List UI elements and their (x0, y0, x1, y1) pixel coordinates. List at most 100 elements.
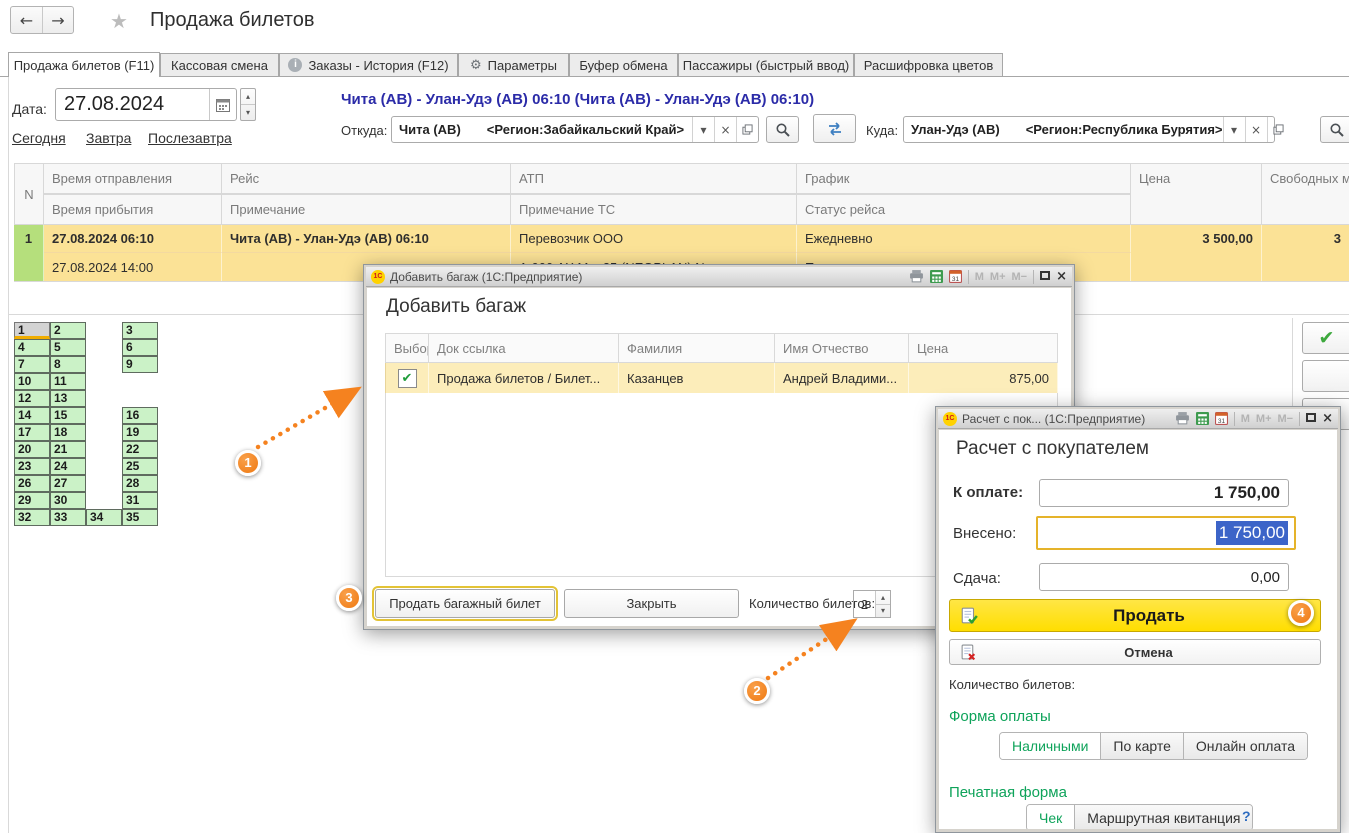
seat-1[interactable]: 1 (14, 322, 50, 339)
sell-button[interactable]: Продать (949, 599, 1321, 632)
seat-13[interactable]: 13 (50, 390, 86, 407)
tab-orders-history[interactable]: i Заказы - История (F12) (279, 53, 458, 76)
clear-icon[interactable]: × (1245, 117, 1267, 142)
baggage-row-select-cell[interactable]: ✔ (385, 363, 429, 393)
tab-parameters[interactable]: ⚙ Параметры (458, 53, 569, 76)
print-icon[interactable] (1175, 412, 1190, 425)
link-today[interactable]: Сегодня (12, 130, 66, 146)
link-tomorrow[interactable]: Завтра (86, 130, 131, 146)
trip-arrival[interactable]: 27.08.2024 14:00 (44, 253, 222, 281)
baggage-row-checkbox[interactable]: ✔ (398, 369, 417, 388)
seat-10[interactable]: 10 (14, 373, 50, 390)
seat-27[interactable]: 27 (50, 475, 86, 492)
link-after-tomorrow[interactable]: Послезавтра (148, 130, 232, 146)
seat-22[interactable]: 22 (122, 441, 158, 458)
tab-passengers-quick[interactable]: Пассажиры (быстрый ввод) (678, 53, 854, 76)
calendar-icon[interactable]: 31 (949, 270, 962, 283)
seat-31[interactable]: 31 (122, 492, 158, 509)
due-input[interactable] (1040, 480, 1288, 506)
seat-32[interactable]: 32 (14, 509, 50, 526)
confirm-seats-button[interactable]: ✔ (1302, 322, 1349, 354)
side-button-2[interactable] (1302, 360, 1349, 392)
memory-m-button[interactable]: M (1241, 413, 1250, 425)
seat-26[interactable]: 26 (14, 475, 50, 492)
seat-14[interactable]: 14 (14, 407, 50, 424)
seat-34[interactable]: 34 (86, 509, 122, 526)
print-icon[interactable] (909, 270, 924, 283)
close-button[interactable]: × (1322, 412, 1333, 426)
spin-up-icon[interactable]: ▴ (876, 591, 890, 604)
spin-down-icon[interactable]: ▾ (876, 604, 890, 618)
trip-row-number[interactable]: 1 (14, 225, 44, 281)
seat-20[interactable]: 20 (14, 441, 50, 458)
tab-color-legend[interactable]: Расшифровка цветов (854, 53, 1003, 76)
help-link[interactable]: ? (1242, 808, 1251, 824)
seat-3[interactable]: 3 (122, 322, 158, 339)
memory-mplus-button[interactable]: M+ (990, 271, 1006, 283)
baggage-row-doc[interactable]: Продажа билетов / Билет... (429, 363, 619, 393)
seat-16[interactable]: 16 (122, 407, 158, 424)
dropdown-icon[interactable]: ▾ (692, 117, 714, 142)
seat-33[interactable]: 33 (50, 509, 86, 526)
trip-departure[interactable]: 27.08.2024 06:10 (44, 225, 222, 253)
seat-11[interactable]: 11 (50, 373, 86, 390)
maximize-button[interactable] (1040, 270, 1050, 284)
close-baggage-dialog-button[interactable]: Закрыть (564, 589, 739, 618)
memory-mplus-button[interactable]: M+ (1256, 413, 1272, 425)
print-option-itinerary[interactable]: Маршрутная квитанция (1074, 805, 1252, 829)
calendar-picker-icon[interactable] (209, 89, 236, 120)
paid-field[interactable]: 1 750,00 (1036, 516, 1296, 550)
calculator-icon[interactable] (930, 270, 943, 283)
seat-24[interactable]: 24 (50, 458, 86, 475)
from-search-button[interactable] (766, 116, 799, 143)
sell-baggage-ticket-button[interactable]: Продать багажный билет (375, 589, 555, 618)
tab-clipboard[interactable]: Буфер обмена (569, 53, 678, 76)
memory-mminus-button[interactable]: M− (1278, 413, 1294, 425)
trip-free-seats[interactable]: 3 (1262, 225, 1349, 281)
favorite-star-icon[interactable]: ★ (110, 9, 128, 33)
trip-schedule[interactable]: Ежедневно (797, 225, 1131, 253)
seat-7[interactable]: 7 (14, 356, 50, 373)
open-icon[interactable] (1267, 117, 1289, 142)
seat-29[interactable]: 29 (14, 492, 50, 509)
seat-12[interactable]: 12 (14, 390, 50, 407)
seat-5[interactable]: 5 (50, 339, 86, 356)
seat-15[interactable]: 15 (50, 407, 86, 424)
seat-9[interactable]: 9 (122, 356, 158, 373)
payment-option-card[interactable]: По карте (1100, 733, 1182, 759)
seat-21[interactable]: 21 (50, 441, 86, 458)
payment-dialog-titlebar[interactable]: 1С Расчет с пок... (1С:Предприятие) 31 M… (938, 409, 1338, 429)
calendar-icon[interactable]: 31 (1215, 412, 1228, 425)
seat-6[interactable]: 6 (122, 339, 158, 356)
seat-8[interactable]: 8 (50, 356, 86, 373)
trip-route[interactable]: Чита (АВ) - Улан-Удэ (АВ) 06:10 (222, 225, 511, 253)
close-button[interactable]: × (1056, 270, 1067, 284)
seat-2[interactable]: 2 (50, 322, 86, 339)
spin-up-icon[interactable]: ▴ (241, 89, 255, 104)
memory-mminus-button[interactable]: M− (1012, 271, 1028, 283)
to-combo[interactable]: Улан-Удэ (АВ) <Регион:Республика Бурятия… (903, 116, 1275, 143)
spin-down-icon[interactable]: ▾ (241, 104, 255, 120)
forward-button[interactable]: → (42, 7, 73, 33)
seat-17[interactable]: 17 (14, 424, 50, 441)
from-combo[interactable]: Чита (АВ) <Регион:Забайкальский Край> ▾ … (391, 116, 759, 143)
swap-directions-button[interactable] (813, 114, 856, 143)
ticket-qty-value[interactable]: 2 (854, 591, 875, 617)
baggage-dialog-titlebar[interactable]: 1С Добавить багаж (1С:Предприятие) 31 M … (366, 267, 1072, 287)
seat-4[interactable]: 4 (14, 339, 50, 356)
payment-option-online[interactable]: Онлайн оплата (1183, 733, 1307, 759)
back-button[interactable]: ← (11, 7, 42, 33)
change-input[interactable] (1040, 564, 1288, 590)
dropdown-icon[interactable]: ▾ (1223, 117, 1245, 142)
seat-25[interactable]: 25 (122, 458, 158, 475)
payment-option-cash[interactable]: Наличными (1000, 733, 1100, 759)
seat-28[interactable]: 28 (122, 475, 158, 492)
seat-19[interactable]: 19 (122, 424, 158, 441)
tab-ticket-sales[interactable]: Продажа билетов (F11) (8, 52, 160, 77)
baggage-row-lastname[interactable]: Казанцев (619, 363, 775, 393)
tab-cash-shift[interactable]: Кассовая смена (160, 53, 279, 76)
maximize-button[interactable] (1306, 412, 1316, 426)
seat-35[interactable]: 35 (122, 509, 158, 526)
to-search-button[interactable] (1320, 116, 1349, 143)
print-option-receipt[interactable]: Чек (1027, 805, 1074, 829)
